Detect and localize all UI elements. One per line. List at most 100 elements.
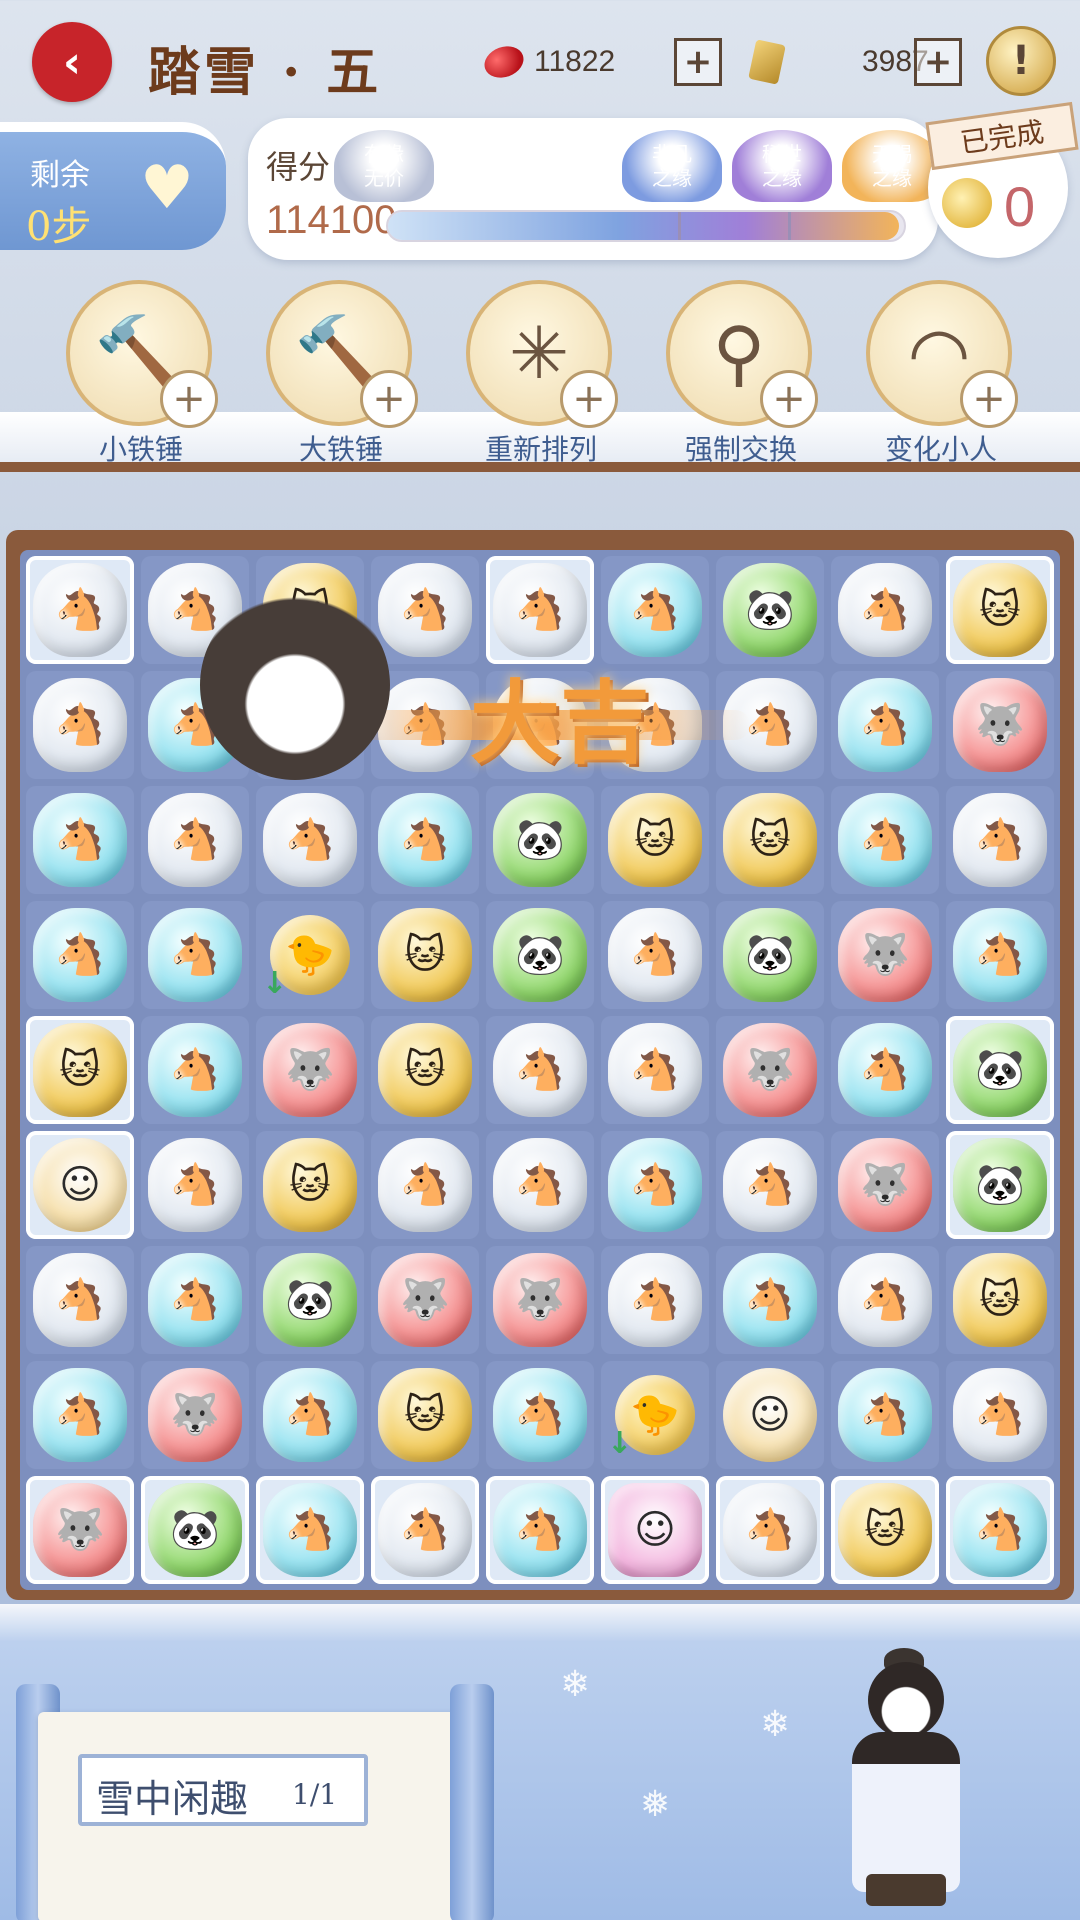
board-cell[interactable]: 🐴 bbox=[946, 786, 1054, 894]
tool-add-button[interactable]: + bbox=[560, 370, 618, 428]
board-cell[interactable]: 🐱 bbox=[26, 1016, 134, 1124]
board-cell[interactable]: 🐴 bbox=[486, 1016, 594, 1124]
tool-5[interactable]: ◠ + 变化小人 bbox=[866, 280, 1018, 470]
board-cell[interactable]: 🐺 bbox=[831, 1131, 939, 1239]
board-cell[interactable]: 🐴 bbox=[141, 671, 249, 779]
chevron-left-icon: ‹ bbox=[62, 36, 82, 88]
board-cell[interactable]: 🐴 bbox=[716, 1131, 824, 1239]
board-cell[interactable]: 🐺 bbox=[26, 1476, 134, 1584]
horse-tile-icon: 🐴 bbox=[55, 702, 105, 748]
board-cell[interactable]: 🐴 bbox=[256, 786, 364, 894]
board-cell[interactable]: 🐴 bbox=[601, 1131, 709, 1239]
back-button[interactable]: ‹ bbox=[32, 22, 112, 102]
board-cell[interactable]: 🐺 bbox=[946, 671, 1054, 779]
board-cell[interactable]: 🐺 bbox=[371, 1246, 479, 1354]
board-cell[interactable]: 🐼 bbox=[256, 1246, 364, 1354]
board-cell[interactable]: 🐴 bbox=[601, 1246, 709, 1354]
board-cell[interactable]: 🐼 bbox=[486, 901, 594, 1009]
board-cell[interactable]: 🐴 bbox=[256, 1361, 364, 1469]
panda-tile-icon: 🐼 bbox=[515, 932, 565, 978]
tool-add-button[interactable]: + bbox=[760, 370, 818, 428]
board-cell[interactable]: 🐴 bbox=[716, 1476, 824, 1584]
horse-tile-icon: 🐴 bbox=[55, 1392, 105, 1438]
tool-3[interactable]: ✳ + 重新排列 bbox=[466, 280, 618, 470]
board-cell[interactable]: 🐴 bbox=[141, 556, 249, 664]
board-cell[interactable]: 🐴 bbox=[26, 1361, 134, 1469]
board-cell[interactable]: 🐴 bbox=[486, 556, 594, 664]
board-cell[interactable]: 🐱 bbox=[371, 1016, 479, 1124]
tool-2[interactable]: 🔨 + 大铁锤 bbox=[266, 280, 418, 470]
board-cell[interactable]: 🐴 bbox=[486, 1476, 594, 1584]
board-cell[interactable]: 🐴 bbox=[946, 901, 1054, 1009]
board-cell[interactable]: 🐼 bbox=[716, 556, 824, 664]
clear-tile: 🐴 bbox=[148, 563, 242, 657]
board-cell[interactable]: 🐺 bbox=[831, 901, 939, 1009]
board-cell[interactable]: 🐱 bbox=[831, 1476, 939, 1584]
board-cell[interactable]: 🐱 bbox=[256, 1131, 364, 1239]
board-cell[interactable]: 🐴 bbox=[831, 671, 939, 779]
board-cell[interactable]: 🐴 bbox=[831, 1016, 939, 1124]
board-cell[interactable]: 🐴 bbox=[601, 901, 709, 1009]
board-cell[interactable]: 🐴 bbox=[141, 1016, 249, 1124]
board-cell[interactable]: ☺ bbox=[601, 1476, 709, 1584]
board-cell[interactable]: 🐴 bbox=[26, 786, 134, 894]
board-cell[interactable]: 🐴 bbox=[601, 556, 709, 664]
board-cell[interactable]: 🐴 bbox=[371, 786, 479, 894]
board-cell[interactable]: 🐱 bbox=[716, 786, 824, 894]
add-gems-button[interactable]: + bbox=[674, 38, 722, 86]
board-cell[interactable]: 🐴 bbox=[601, 671, 709, 779]
board-cell[interactable]: 🐼 bbox=[946, 1131, 1054, 1239]
board-cell[interactable]: 🐱 bbox=[371, 1361, 479, 1469]
board-cell[interactable]: 🐴 bbox=[141, 786, 249, 894]
board-cell[interactable]: 🐺 bbox=[486, 1246, 594, 1354]
board-cell[interactable]: 🐴 bbox=[831, 556, 939, 664]
tool-1[interactable]: 🔨 + 小铁锤 bbox=[66, 280, 218, 470]
board-cell[interactable]: 🐱 bbox=[946, 1246, 1054, 1354]
board-cell[interactable]: 🐴 bbox=[371, 556, 479, 664]
board-cell[interactable]: ☺ bbox=[26, 1131, 134, 1239]
board-cell[interactable]: 🐼 bbox=[141, 1476, 249, 1584]
tool-add-button[interactable]: + bbox=[360, 370, 418, 428]
board-cell[interactable]: 🐴 bbox=[371, 1131, 479, 1239]
board-cell[interactable]: 🐴 bbox=[256, 671, 364, 779]
board-cell[interactable]: 🐺 bbox=[716, 1016, 824, 1124]
board-cell[interactable]: 🐴 bbox=[946, 1476, 1054, 1584]
board-cell[interactable]: 🐴 bbox=[486, 1131, 594, 1239]
board-cell[interactable]: 🐺 bbox=[256, 1016, 364, 1124]
board-cell[interactable]: 🐴 bbox=[26, 671, 134, 779]
board-cell[interactable]: 🐴 bbox=[486, 671, 594, 779]
board-cell[interactable]: 🐼 bbox=[946, 1016, 1054, 1124]
board-cell[interactable]: 🐱 bbox=[601, 786, 709, 894]
board-cell[interactable]: 🐴 bbox=[371, 1476, 479, 1584]
tool-4[interactable]: ⚲ + 强制交换 bbox=[666, 280, 818, 470]
board-cell[interactable]: 🐴 bbox=[831, 1246, 939, 1354]
board-cell[interactable]: ☺ bbox=[716, 1361, 824, 1469]
board-cell[interactable]: 🐴 bbox=[26, 901, 134, 1009]
board-cell[interactable]: 🐴 bbox=[256, 1476, 364, 1584]
board-cell[interactable]: 🐤 ↓ bbox=[601, 1361, 709, 1469]
board-cell[interactable]: 🐴 bbox=[141, 901, 249, 1009]
board-cell[interactable]: 🐴 bbox=[26, 1246, 134, 1354]
add-tickets-button[interactable]: + bbox=[914, 38, 962, 86]
board-cell[interactable]: 🐴 bbox=[831, 786, 939, 894]
board-cell[interactable]: 🐴 bbox=[26, 556, 134, 664]
tool-add-button[interactable]: + bbox=[160, 370, 218, 428]
board-cell[interactable]: 🐺 bbox=[141, 1361, 249, 1469]
tool-add-button[interactable]: + bbox=[960, 370, 1018, 428]
board-cell[interactable]: 🐴 bbox=[141, 1246, 249, 1354]
board-cell[interactable]: 🐼 bbox=[716, 901, 824, 1009]
board-cell[interactable]: 🐴 bbox=[946, 1361, 1054, 1469]
board-cell[interactable]: 🐱 bbox=[946, 556, 1054, 664]
board-cell[interactable]: 🐼 bbox=[486, 786, 594, 894]
board-cell[interactable]: 🐴 bbox=[141, 1131, 249, 1239]
board-cell[interactable]: 🐴 bbox=[716, 671, 824, 779]
board-cell[interactable]: 🐴 bbox=[716, 1246, 824, 1354]
board-cell[interactable]: 🐴 bbox=[371, 671, 479, 779]
board-cell[interactable]: 🐱 bbox=[256, 556, 364, 664]
board-cell[interactable]: 🐱 bbox=[371, 901, 479, 1009]
board-cell[interactable]: 🐤 ↓ bbox=[256, 901, 364, 1009]
board-cell[interactable]: 🐴 bbox=[486, 1361, 594, 1469]
info-button[interactable]: ! bbox=[986, 26, 1056, 96]
board-cell[interactable]: 🐴 bbox=[831, 1361, 939, 1469]
board-cell[interactable]: 🐴 bbox=[601, 1016, 709, 1124]
